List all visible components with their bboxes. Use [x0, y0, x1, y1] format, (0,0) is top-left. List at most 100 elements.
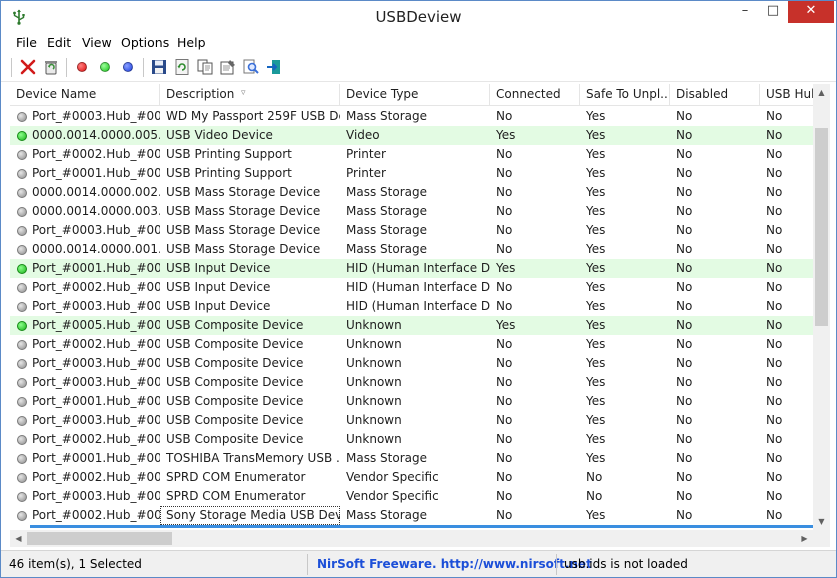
safe-to-unplug-cell: Yes	[586, 337, 606, 351]
menu-bar: File Edit View Options Help	[1, 32, 836, 53]
connected-cell: No	[496, 508, 513, 522]
usbdeview-window: USBDeview – □ ✕ File Edit View Options H…	[0, 0, 837, 578]
title-bar[interactable]: USBDeview – □ ✕	[1, 1, 836, 32]
table-row[interactable]: Port_#0002.Hub_#0001Sony Storage Media U…	[10, 506, 813, 525]
device-type-cell: Unknown	[346, 318, 402, 332]
menu-help[interactable]: Help	[177, 35, 206, 50]
blue-dot-icon[interactable]	[123, 62, 133, 72]
connected-cell: No	[496, 109, 513, 123]
description-cell: USB Input Device	[166, 261, 271, 275]
table-row[interactable]: 0000.0014.0000.005.00... USB Video Device…	[10, 126, 813, 145]
table-row[interactable]: Port_#0001.Hub_#0001 USB Printing Support…	[10, 164, 813, 183]
menu-edit[interactable]: Edit	[47, 35, 71, 50]
menu-view[interactable]: View	[82, 35, 112, 50]
toolbar	[1, 53, 836, 82]
table-row[interactable]: Port_#0002.Hub_#0001 USB Input Device HID …	[10, 278, 813, 297]
save-icon[interactable]	[150, 58, 168, 76]
safe-to-unplug-cell: Yes	[586, 318, 606, 332]
disabled-cell: No	[676, 109, 693, 123]
table-row[interactable]: Port_#0005.Hub_#0001 USB Composite Device…	[10, 316, 813, 335]
maximize-button[interactable]: □	[759, 1, 787, 23]
vertical-scrollbar[interactable]: ▲ ▼	[813, 84, 830, 530]
description-cell: USB Video Device	[166, 128, 273, 142]
description-cell: USB Composite Device	[166, 356, 304, 370]
menu-options[interactable]: Options	[121, 35, 169, 50]
table-row[interactable]: Port_#0002.Hub_#0001 SPRD COM Enumerator V…	[10, 468, 813, 487]
table-row[interactable]: Port_#0003.Hub_#0001 USB Mass Storage Dev…	[10, 221, 813, 240]
nirsoft-link[interactable]: NirSoft Freeware. http://www.nirsoft.net	[317, 555, 592, 574]
device-name-cell: Port_#0002.Hub_#0001	[32, 147, 160, 161]
exit-icon[interactable]	[265, 58, 283, 76]
description-cell: USB Composite Device	[166, 337, 304, 351]
safe-to-unplug-cell: Yes	[586, 242, 606, 256]
description-cell: USB Printing Support	[166, 166, 292, 180]
description-cell: SPRD COM Enumerator	[166, 470, 306, 484]
column-header-usb-hub[interactable]: USB Hub	[760, 84, 813, 105]
table-row[interactable]: Port_#0002.Hub_#0001 USB Composite Device…	[10, 335, 813, 354]
disabled-cell: No	[676, 261, 693, 275]
scroll-up-icon[interactable]: ▲	[813, 84, 830, 101]
device-type-cell: Video	[346, 128, 380, 142]
table-row[interactable]: Port_#0003.Hub_#0001 USB Composite Device…	[10, 373, 813, 392]
table-row[interactable]: Port_#0002.Hub_#0001 USB Composite Device…	[10, 430, 813, 449]
description-cell: TOSHIBA TransMemory USB ...	[166, 451, 340, 465]
table-row[interactable]: 0000.0014.0000.001.00... USB Mass Storage…	[10, 240, 813, 259]
scroll-left-icon[interactable]: ◀	[10, 530, 27, 547]
usb-hub-cell: No	[766, 413, 783, 427]
delete-x-icon[interactable]	[19, 58, 37, 76]
table-row[interactable]: Port_#0002.Hub_#0001 USB Printing Support…	[10, 145, 813, 164]
scroll-down-icon[interactable]: ▼	[813, 513, 830, 530]
table-row[interactable]: Port_#0001.Hub_#0001 USB Input Device HID …	[10, 259, 813, 278]
usb-hub-cell: No	[766, 394, 783, 408]
table-row[interactable]: Port_#0001.Hub_#0001 USB Composite Device…	[10, 392, 813, 411]
device-type-cell: Vendor Specific	[346, 489, 439, 503]
table-row[interactable]: Port_#0003.Hub_#0001 WD My Passport 259F …	[10, 107, 813, 126]
disabled-cell: No	[676, 128, 693, 142]
column-header-description[interactable]: Description	[160, 84, 340, 105]
table-row[interactable]: Port_#0003.Hub_#0001 USB Composite Device…	[10, 354, 813, 373]
menu-file[interactable]: File	[16, 35, 37, 50]
connected-cell: Yes	[496, 261, 516, 275]
column-header-disabled[interactable]: Disabled	[670, 84, 760, 105]
safe-to-unplug-cell: No	[586, 470, 603, 484]
device-type-cell: Mass Storage	[346, 223, 427, 237]
usb-hub-cell: No	[766, 204, 783, 218]
scroll-right-icon[interactable]: ▶	[796, 530, 813, 547]
horizontal-scroll-thumb[interactable]	[27, 532, 172, 545]
green-dot-icon[interactable]	[100, 62, 110, 72]
find-icon[interactable]	[242, 58, 260, 76]
disabled-cell: No	[676, 337, 693, 351]
device-name-cell: Port_#0003.Hub_#0001	[32, 109, 160, 123]
column-header-device-name[interactable]: Device Name	[10, 84, 160, 105]
device-type-cell: Unknown	[346, 413, 402, 427]
column-header-connected[interactable]: Connected	[490, 84, 580, 105]
minimize-button[interactable]: –	[731, 1, 759, 23]
device-name-cell: Port_#0003.Hub_#0001	[32, 413, 160, 427]
connected-cell: No	[496, 242, 513, 256]
table-row[interactable]: Port_#0003.Hub_#0001 USB Composite Device…	[10, 411, 813, 430]
properties-icon[interactable]	[219, 58, 237, 76]
table-row[interactable]: Port_#0003.Hub_#0001 USB Input Device HID …	[10, 297, 813, 316]
device-name-cell: Port_#0003.Hub_#0001	[32, 489, 160, 503]
disabled-cell: No	[676, 508, 693, 522]
table-row[interactable]: 0000.0014.0000.002.00... USB Mass Storage…	[10, 183, 813, 202]
usb-hub-cell: No	[766, 299, 783, 313]
horizontal-scrollbar[interactable]: ◀ ▶	[10, 530, 813, 547]
connected-cell: No	[496, 413, 513, 427]
device-list[interactable]: Device Name Description ▿ Device Type Co…	[10, 84, 830, 547]
table-row[interactable]: Port_#0003.Hub_#0001 SPRD COM Enumerator V…	[10, 487, 813, 506]
red-dot-icon[interactable]	[77, 62, 87, 72]
column-header-safe-to-unplug[interactable]: Safe To Unpl...	[580, 84, 670, 105]
disabled-cell: No	[676, 489, 693, 503]
description-cell: USB Input Device	[166, 299, 271, 313]
copy-icon[interactable]	[196, 58, 214, 76]
refresh-icon[interactable]	[173, 58, 191, 76]
table-row[interactable]: 0000.0014.0000.003.00... USB Mass Storage…	[10, 202, 813, 221]
column-header-device-type[interactable]: Device Type	[340, 84, 490, 105]
device-name-cell: Port_#0001.Hub_#0001	[32, 451, 160, 465]
close-button[interactable]: ✕	[788, 1, 834, 23]
recycle-icon[interactable]	[42, 58, 60, 76]
table-row[interactable]: Port_#0001.Hub_#0001 TOSHIBA TransMemory …	[10, 449, 813, 468]
connected-cell: No	[496, 299, 513, 313]
vertical-scroll-thumb[interactable]	[815, 128, 828, 326]
